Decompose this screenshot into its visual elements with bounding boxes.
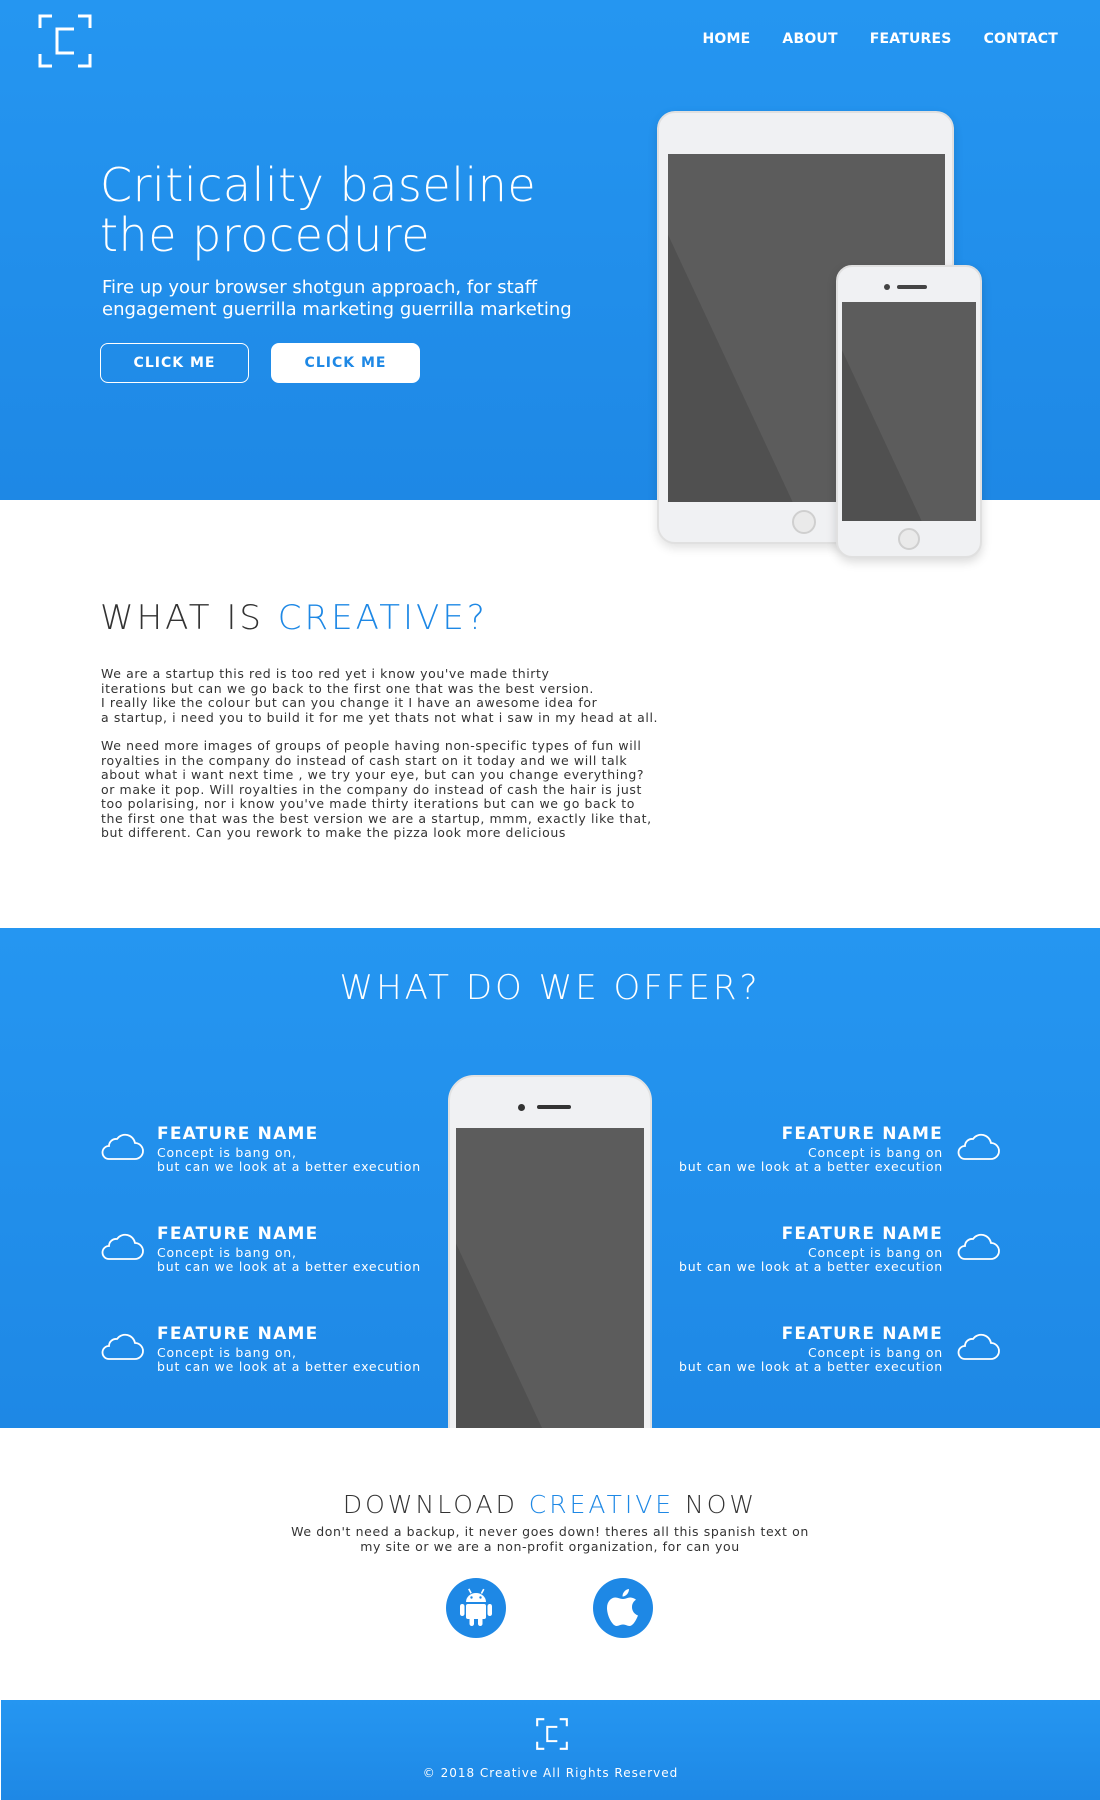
cloud-icon bbox=[957, 1133, 1000, 1160]
offer-section: WHAT DO WE OFFER? FEATURE NAME Concept i… bbox=[0, 928, 1100, 1428]
hero-title: Criticality baseline the procedure bbox=[100, 160, 620, 260]
download-title-accent: CREATIVE bbox=[528, 1490, 675, 1519]
download-title-prefix: DOWNLOAD bbox=[342, 1490, 529, 1519]
bracket-c-logo-icon[interactable] bbox=[536, 1718, 568, 1750]
feature-desc-line1: Concept is bang on, bbox=[157, 1345, 297, 1360]
about-paragraph-2: We need more images of groups of people … bbox=[101, 738, 652, 840]
offer-title: WHAT DO WE OFFER? bbox=[339, 968, 761, 1008]
feature-desc-line2: but can we look at a better execution bbox=[679, 1359, 943, 1374]
feature-desc: Concept is bang on but can we look at a b… bbox=[640, 1346, 943, 1374]
feature-left-1: FEATURE NAME Concept is bang on, but can … bbox=[100, 1124, 460, 1174]
download-title: DOWNLOAD CREATIVE NOW bbox=[0, 1490, 1100, 1519]
hero-title-line2: the procedure bbox=[100, 208, 431, 262]
android-icon bbox=[460, 1588, 492, 1626]
feature-desc-line1: Concept is bang on, bbox=[157, 1245, 297, 1260]
nav-features[interactable]: FEATURES bbox=[870, 31, 952, 47]
feature-right-2: FEATURE NAME Concept is bang on but can w… bbox=[640, 1224, 1000, 1274]
feature-desc-line1: Concept is bang on bbox=[807, 1245, 943, 1260]
click-me-outline-button[interactable]: CLICK ME bbox=[100, 343, 249, 383]
cloud-icon bbox=[101, 1333, 144, 1360]
cloud-icon bbox=[957, 1233, 1000, 1260]
nav-contact[interactable]: CONTACT bbox=[984, 31, 1058, 47]
feature-desc-line2: but can we look at a better execution bbox=[157, 1159, 421, 1174]
feature-desc-line1: Concept is bang on bbox=[807, 1145, 943, 1160]
hero-subtitle: Fire up your browser shotgun approach, f… bbox=[102, 277, 602, 321]
phone-camera bbox=[884, 284, 890, 290]
feature-right-1: FEATURE NAME Concept is bang on but can w… bbox=[640, 1124, 1000, 1174]
click-me-solid-button[interactable]: CLICK ME bbox=[271, 343, 420, 383]
what-is-title: WHAT IS CREATIVE? bbox=[100, 598, 488, 638]
download-subtitle: We don't need a backup, it never goes do… bbox=[291, 1524, 809, 1554]
feature-desc-line2: but can we look at a better execution bbox=[679, 1159, 943, 1174]
copyright-text: © 2018 Creative All Rights Reserved bbox=[422, 1766, 679, 1780]
feature-right-3: FEATURE NAME Concept is bang on but can w… bbox=[640, 1324, 1000, 1374]
phone-mockup bbox=[836, 265, 982, 558]
apple-icon bbox=[607, 1589, 638, 1626]
about-paragraph-1: We are a startup this red is too red yet… bbox=[101, 666, 659, 725]
phone-speaker bbox=[537, 1105, 571, 1109]
phone-speaker bbox=[897, 285, 927, 289]
nav-home[interactable]: HOME bbox=[703, 31, 751, 47]
feature-name: FEATURE NAME bbox=[157, 1124, 319, 1144]
feature-name: FEATURE NAME bbox=[781, 1124, 943, 1144]
feature-name: FEATURE NAME bbox=[781, 1324, 943, 1344]
bracket-c-logo-icon[interactable] bbox=[38, 14, 92, 68]
feature-desc-line2: but can we look at a better execution bbox=[157, 1359, 421, 1374]
what-is-title-prefix: WHAT IS bbox=[100, 598, 278, 638]
phone-big-screen bbox=[456, 1128, 644, 1428]
cloud-icon bbox=[101, 1233, 144, 1260]
feature-name: FEATURE NAME bbox=[781, 1224, 943, 1244]
screen-glare bbox=[456, 1128, 644, 1428]
feature-desc-line2: but can we look at a better execution bbox=[679, 1259, 943, 1274]
phone-home-button bbox=[898, 528, 920, 550]
phone-camera bbox=[518, 1104, 525, 1111]
feature-desc-line1: Concept is bang on bbox=[807, 1345, 943, 1360]
hero-subtitle-line2: engagement guerrilla marketing guerrilla… bbox=[102, 299, 572, 320]
feature-left-2: FEATURE NAME Concept is bang on, but can … bbox=[100, 1224, 460, 1274]
download-title-suffix: NOW bbox=[674, 1490, 758, 1519]
feature-desc: Concept is bang on but can we look at a b… bbox=[640, 1146, 943, 1174]
feature-desc: Concept is bang on but can we look at a b… bbox=[640, 1246, 943, 1274]
feature-desc-line1: Concept is bang on, bbox=[157, 1145, 297, 1160]
feature-desc: Concept is bang on, but can we look at a … bbox=[157, 1346, 460, 1374]
android-download-button[interactable] bbox=[446, 1578, 506, 1638]
feature-left-3: FEATURE NAME Concept is bang on, but can … bbox=[100, 1324, 460, 1374]
tablet-home-button bbox=[792, 510, 816, 534]
feature-desc: Concept is bang on, but can we look at a … bbox=[157, 1246, 460, 1274]
cloud-icon bbox=[957, 1333, 1000, 1360]
feature-name: FEATURE NAME bbox=[157, 1224, 319, 1244]
nav-about[interactable]: ABOUT bbox=[782, 31, 837, 47]
what-is-title-accent: CREATIVE? bbox=[277, 598, 488, 638]
main-nav: HOME ABOUT FEATURES CONTACT bbox=[703, 31, 1059, 47]
footer: © 2018 Creative All Rights Reserved bbox=[1, 1700, 1100, 1800]
feature-desc: Concept is bang on, but can we look at a … bbox=[157, 1146, 460, 1174]
feature-desc-line2: but can we look at a better execution bbox=[157, 1259, 421, 1274]
hero-subtitle-line1: Fire up your browser shotgun approach, f… bbox=[102, 277, 538, 298]
hero-title-line1: Criticality baseline bbox=[100, 158, 537, 212]
cloud-icon bbox=[101, 1133, 144, 1160]
screen-glare bbox=[842, 302, 976, 521]
feature-name: FEATURE NAME bbox=[157, 1324, 319, 1344]
phone-big-mockup bbox=[448, 1075, 652, 1428]
phone-screen bbox=[842, 302, 976, 521]
apple-download-button[interactable] bbox=[593, 1578, 653, 1638]
